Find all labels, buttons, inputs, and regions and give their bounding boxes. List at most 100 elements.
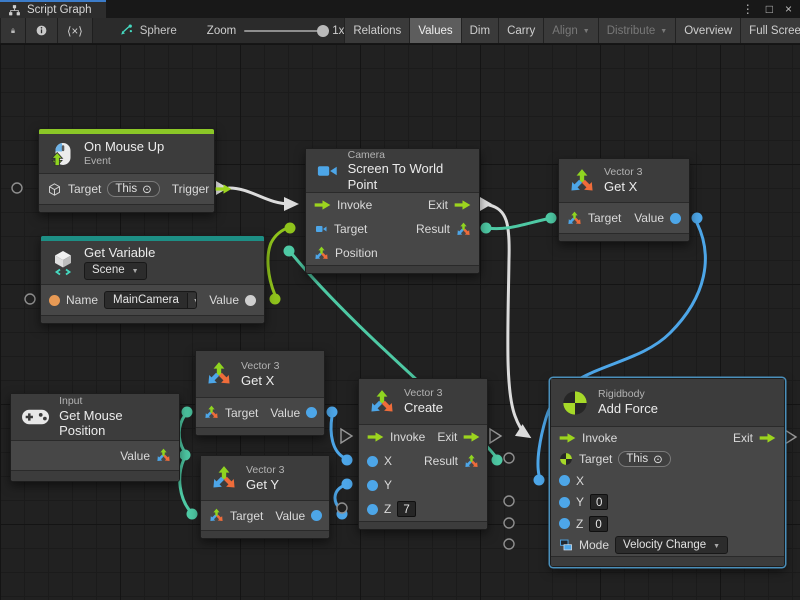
maximize-icon[interactable]: □ bbox=[766, 2, 773, 16]
graph-canvas[interactable]: On Mouse Up Event Target This ⊙ Trigger bbox=[0, 44, 800, 600]
enum-port-icon[interactable] bbox=[559, 538, 573, 552]
toggle-relations[interactable]: Relations bbox=[344, 18, 409, 43]
camera-port-icon[interactable] bbox=[314, 223, 328, 235]
port-getx-mid-value-out[interactable] bbox=[327, 407, 338, 418]
this-object-pill[interactable]: This ⊙ bbox=[107, 181, 159, 197]
toggle-carry[interactable]: Carry bbox=[498, 18, 543, 43]
toggle-values[interactable]: Values bbox=[409, 18, 460, 43]
node-on-mouse-up[interactable]: On Mouse Up Event Target This ⊙ Trigger bbox=[38, 128, 215, 213]
port-addforce-target-in[interactable] bbox=[504, 453, 514, 463]
force-mode-dropdown[interactable]: Velocity Change ▼ bbox=[615, 536, 728, 554]
float-port-icon[interactable] bbox=[559, 497, 570, 508]
distribute-menu-button[interactable]: Distribute▼ bbox=[598, 18, 676, 43]
float-port-icon[interactable] bbox=[367, 480, 378, 491]
flow-out-icon[interactable] bbox=[759, 432, 776, 444]
port-addforce-exit-out[interactable] bbox=[785, 430, 796, 444]
vector3-port-icon[interactable] bbox=[209, 508, 224, 523]
node-header[interactable]: Vector 3 Create bbox=[359, 379, 487, 425]
node-header[interactable]: Vector 3 Get X bbox=[196, 351, 324, 398]
node-header[interactable]: Camera Screen To World Point bbox=[306, 149, 479, 193]
flow-in-icon[interactable] bbox=[559, 432, 576, 444]
float-port-icon[interactable] bbox=[306, 407, 317, 418]
port-onmouseup-target-in[interactable] bbox=[12, 183, 22, 193]
string-port-icon[interactable] bbox=[49, 295, 60, 306]
port-getx-top-target-in[interactable] bbox=[546, 213, 557, 224]
port-create-y-in[interactable] bbox=[342, 479, 353, 490]
port-mouse-value-out[interactable] bbox=[180, 450, 191, 461]
vector3-port-icon[interactable] bbox=[156, 448, 171, 463]
align-menu-button[interactable]: Align▼ bbox=[543, 18, 598, 43]
z-value-field[interactable]: 7 bbox=[397, 501, 415, 517]
port-getx-top-value-out[interactable] bbox=[692, 213, 703, 224]
vector3-port-icon[interactable] bbox=[456, 222, 471, 237]
float-port-icon[interactable] bbox=[670, 213, 681, 224]
fullscreen-button[interactable]: Full Screen bbox=[740, 18, 800, 43]
zoom-slider-handle[interactable] bbox=[317, 25, 329, 37]
port-camera-position-in[interactable] bbox=[284, 246, 295, 257]
port-addforce-y-in[interactable] bbox=[504, 496, 514, 506]
graph-breadcrumb[interactable]: Sphere bbox=[119, 18, 177, 43]
node-get-x-mid[interactable]: Vector 3 Get X Target Value bbox=[195, 350, 325, 436]
flow-in-icon[interactable] bbox=[367, 431, 384, 443]
info-button[interactable] bbox=[26, 18, 58, 43]
lock-button[interactable] bbox=[0, 18, 26, 43]
port-addforce-z-in[interactable] bbox=[504, 518, 514, 528]
node-get-y[interactable]: Vector 3 Get Y Target Value bbox=[200, 455, 330, 539]
port-create-result-out[interactable] bbox=[492, 455, 503, 466]
vector3-port-icon[interactable] bbox=[567, 211, 582, 226]
node-header[interactable]: Get Variable Scene ▼ bbox=[41, 241, 264, 285]
node-get-mouse-position[interactable]: Input Get Mouse Position Value bbox=[10, 393, 180, 482]
toggle-dim[interactable]: Dim bbox=[461, 18, 498, 43]
z-value-field[interactable]: 0 bbox=[589, 516, 607, 532]
object-picker-icon[interactable]: ⊙ bbox=[142, 182, 152, 196]
port-variable-name-in[interactable] bbox=[25, 294, 35, 304]
node-header[interactable]: Input Get Mouse Position bbox=[11, 394, 179, 441]
float-port-icon[interactable] bbox=[559, 475, 570, 486]
float-port-icon[interactable] bbox=[559, 518, 570, 529]
port-camera-exit-out[interactable] bbox=[480, 197, 492, 211]
kebab-menu-icon[interactable]: ⋮ bbox=[742, 2, 754, 16]
port-create-exit-out[interactable] bbox=[490, 429, 501, 443]
vector3-port-icon[interactable] bbox=[464, 454, 479, 469]
port-camera-result-out[interactable] bbox=[481, 223, 492, 234]
zoom-slider-track[interactable] bbox=[244, 30, 324, 32]
float-port-icon[interactable] bbox=[367, 504, 378, 515]
node-vector3-create[interactable]: Vector 3 Create Invoke Exit X Result bbox=[358, 378, 488, 530]
port-create-z-in[interactable] bbox=[337, 503, 347, 513]
variable-name-dropdown[interactable]: MainCamera ▼ bbox=[104, 291, 197, 309]
port-gety-target-in[interactable] bbox=[187, 509, 198, 520]
overview-button[interactable]: Overview bbox=[675, 18, 740, 43]
node-header[interactable]: Rigidbody Add Force bbox=[551, 379, 784, 427]
y-value-field[interactable]: 0 bbox=[590, 494, 608, 510]
variable-scope-dropdown[interactable]: Scene ▼ bbox=[84, 262, 147, 280]
gameobject-cube-icon[interactable] bbox=[47, 182, 62, 197]
float-port-icon[interactable] bbox=[311, 510, 322, 521]
flow-out-icon[interactable] bbox=[215, 183, 232, 195]
node-header[interactable]: On Mouse Up Event bbox=[39, 134, 214, 174]
float-port-icon[interactable] bbox=[367, 456, 378, 467]
flow-out-icon[interactable] bbox=[463, 431, 480, 443]
node-screen-to-world-point[interactable]: Camera Screen To World Point Invoke Exit… bbox=[305, 148, 480, 274]
tab-script-graph[interactable]: Script Graph bbox=[0, 0, 106, 18]
code-preview-button[interactable]: ⟨×⟩ bbox=[58, 18, 93, 43]
object-port-icon[interactable] bbox=[245, 295, 256, 306]
port-create-invoke-in[interactable] bbox=[341, 429, 352, 443]
object-picker-icon[interactable]: ⊙ bbox=[653, 452, 663, 466]
vector3-port-icon[interactable] bbox=[204, 405, 219, 420]
rigidbody-port-icon[interactable] bbox=[559, 452, 573, 466]
port-getx-mid-target-in[interactable] bbox=[182, 407, 193, 418]
port-variable-value-out[interactable] bbox=[270, 294, 281, 305]
flow-in-icon[interactable] bbox=[314, 199, 331, 211]
node-add-force[interactable]: Rigidbody Add Force Invoke Exit Target T… bbox=[550, 378, 785, 567]
port-camera-target-in[interactable] bbox=[285, 223, 296, 234]
this-object-pill[interactable]: This ⊙ bbox=[618, 451, 670, 467]
flow-out-icon[interactable] bbox=[454, 199, 471, 211]
port-addforce-x-in[interactable] bbox=[534, 475, 545, 486]
node-get-variable[interactable]: Get Variable Scene ▼ Name MainCamera ▼ V… bbox=[40, 235, 265, 324]
vector3-port-icon[interactable] bbox=[314, 246, 329, 261]
port-create-x-in[interactable] bbox=[342, 455, 353, 466]
node-get-x-top[interactable]: Vector 3 Get X Target Value bbox=[558, 158, 690, 242]
close-icon[interactable]: × bbox=[785, 2, 792, 16]
port-addforce-mode-in[interactable] bbox=[504, 539, 514, 549]
node-header[interactable]: Vector 3 Get Y bbox=[201, 456, 329, 501]
